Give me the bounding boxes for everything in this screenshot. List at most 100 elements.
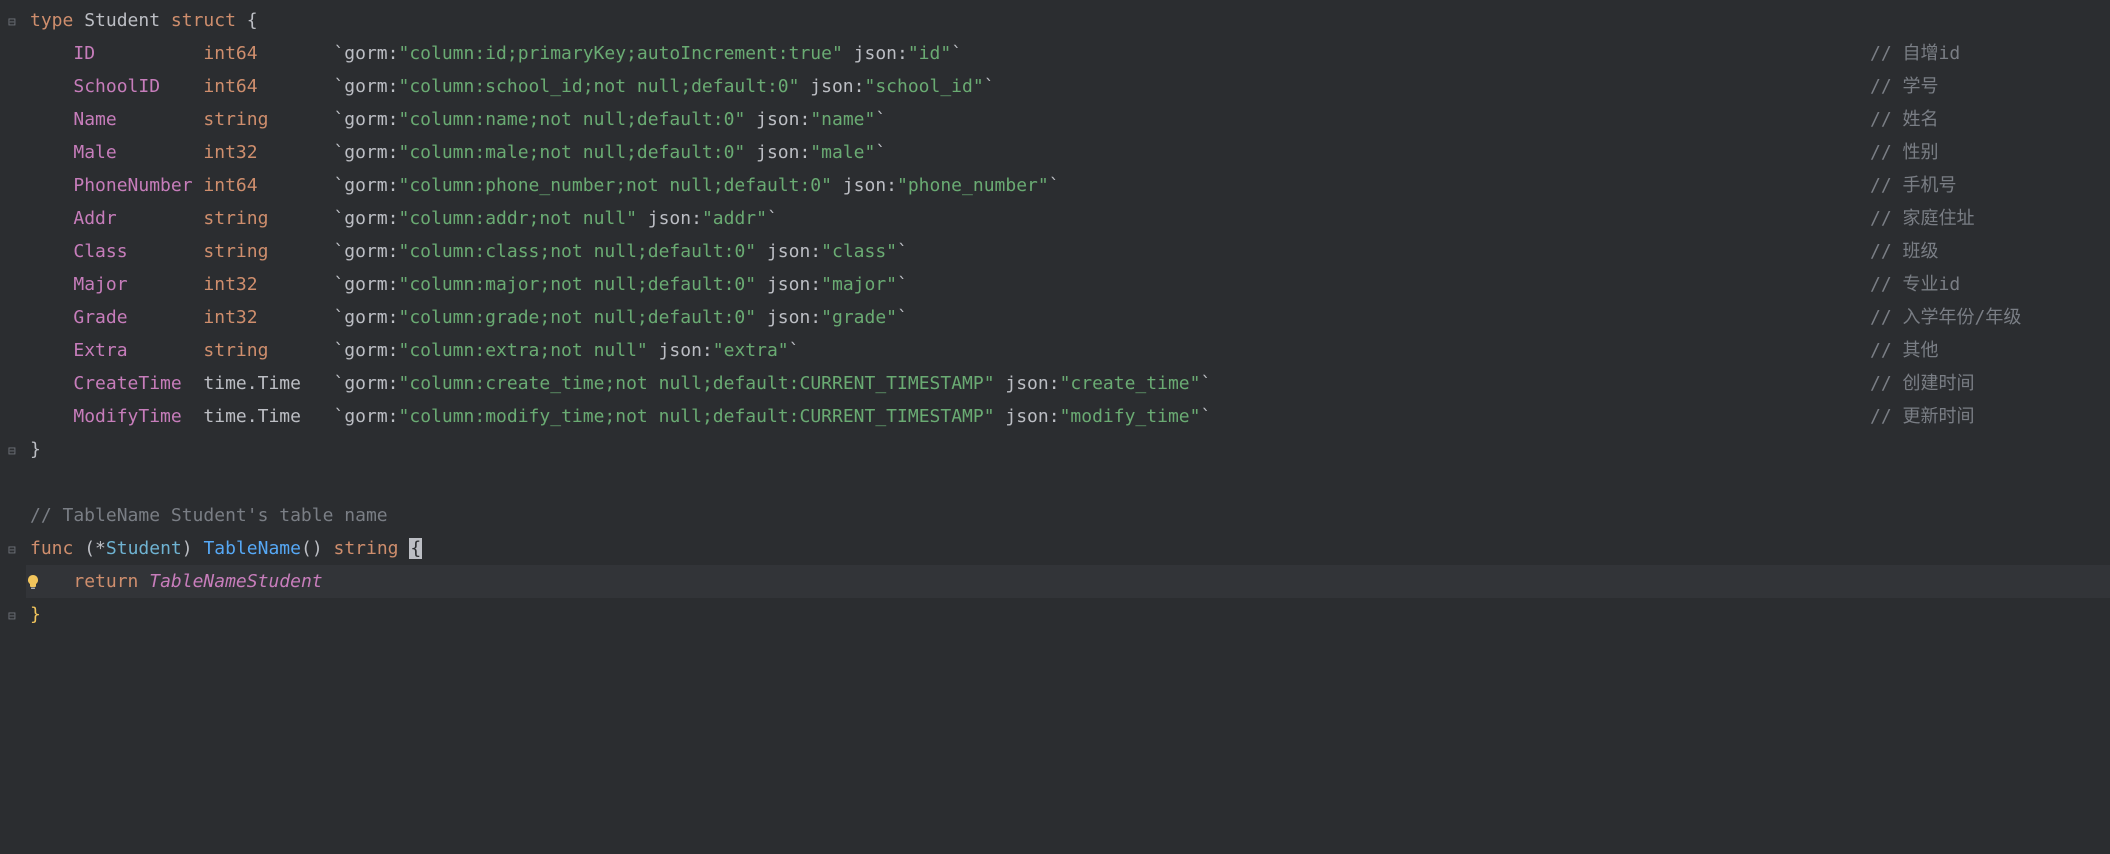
tag-open: `gorm: [333, 274, 398, 295]
struct-field-line[interactable]: Grade int32 `gorm:"column:grade;not null… [26, 301, 2110, 334]
gorm-tag: "column:name;not null;default:0" [399, 109, 746, 130]
tag-close: ` [897, 241, 908, 262]
tag-close: ` [897, 307, 908, 328]
field-comment: // 自增id [1870, 37, 2110, 70]
struct-field-line[interactable]: Major int32 `gorm:"column:major;not null… [26, 268, 2110, 301]
open-brace: { [247, 10, 258, 31]
struct-field-line[interactable]: Addr string `gorm:"column:addr;not null"… [26, 202, 2110, 235]
star: * [95, 538, 106, 559]
type-ref: string [203, 109, 268, 130]
field-comment: // 手机号 [1870, 169, 2110, 202]
json-key: json: [756, 307, 821, 328]
gorm-tag: "column:phone_number;not null;default:0" [398, 175, 831, 196]
paren: ( [84, 538, 95, 559]
fold-open-icon[interactable]: ⊟ [8, 6, 16, 39]
gorm-tag: "column:extra;not null" [399, 340, 648, 361]
field-comment: // 创建时间 [1870, 367, 2110, 400]
code-editor[interactable]: ⊟ ⊟ ⊟ ⊟ type Student struct { ID int64 `… [0, 0, 2110, 854]
json-tag: "phone_number" [897, 175, 1049, 196]
tag-close: ` [875, 109, 886, 130]
type-ref: int64 [203, 175, 257, 196]
struct-field-line[interactable]: Class string `gorm:"column:class;not nul… [26, 235, 2110, 268]
json-key: json: [995, 406, 1060, 427]
struct-field-line[interactable]: Name string `gorm:"column:name;not null;… [26, 103, 2110, 136]
gorm-tag: "column:school_id;not null;default:0" [398, 76, 799, 97]
field-name: PhoneNumber [73, 175, 203, 196]
fold-open-icon[interactable]: ⊟ [8, 534, 16, 567]
json-key: json: [843, 43, 908, 64]
field-comment: // 家庭住址 [1870, 202, 2110, 235]
field-name: ModifyTime [73, 406, 203, 427]
doc-comment: // TableName Student's table name [30, 505, 388, 526]
type-ref: Time [258, 406, 301, 427]
type-ref: int32 [203, 142, 257, 163]
field-comment: // 学号 [1870, 70, 2110, 103]
tag-close: ` [984, 76, 995, 97]
tag-open: `gorm: [333, 43, 398, 64]
gutter: ⊟ ⊟ ⊟ ⊟ [0, 0, 26, 854]
code-line[interactable]: func (*Student) TableName() string { [26, 532, 2110, 565]
tag-close: ` [951, 43, 962, 64]
struct-field-line[interactable]: ModifyTime time.Time `gorm:"column:modif… [26, 400, 2110, 433]
code-line[interactable] [26, 466, 2110, 499]
receiver-type: Student [106, 538, 182, 559]
gorm-tag: "column:grade;not null;default:0" [398, 307, 756, 328]
field-name: Name [73, 109, 203, 130]
identifier: TableNameStudent [149, 571, 322, 592]
struct-field-line[interactable]: CreateTime time.Time `gorm:"column:creat… [26, 367, 2110, 400]
return-line[interactable]: return TableNameStudent [26, 565, 2110, 598]
field-comment: // 更新时间 [1870, 400, 2110, 433]
struct-field-line[interactable]: ID int64 `gorm:"column:id;primaryKey;aut… [26, 37, 2110, 70]
type-name: Student [84, 10, 160, 31]
gorm-tag: "column:create_time;not null;default:CUR… [399, 373, 995, 394]
gorm-tag: "column:modify_time;not null;default:CUR… [399, 406, 995, 427]
tag-open: `gorm: [333, 76, 398, 97]
tag-close: ` [789, 340, 800, 361]
json-key: json: [756, 274, 821, 295]
tag-close: ` [875, 142, 886, 163]
tag-open: `gorm: [333, 406, 398, 427]
json-key: json: [756, 241, 821, 262]
fold-close-icon[interactable]: ⊟ [8, 600, 16, 633]
field-name: Extra [73, 340, 203, 361]
json-key: json: [832, 175, 897, 196]
json-tag: "name" [810, 109, 875, 130]
field-name: ID [73, 43, 203, 64]
struct-field-line[interactable]: SchoolID int64 `gorm:"column:school_id;n… [26, 70, 2110, 103]
dot: . [247, 406, 258, 427]
struct-field-line[interactable]: Male int32 `gorm:"column:male;not null;d… [26, 136, 2110, 169]
field-comment: // 班级 [1870, 235, 2110, 268]
tag-close: ` [767, 208, 778, 229]
intention-bulb-icon[interactable] [24, 573, 42, 591]
code-line[interactable]: type Student struct { [26, 4, 2110, 37]
field-name: CreateTime [73, 373, 203, 394]
close-brace: } [30, 439, 41, 460]
json-tag: "male" [810, 142, 875, 163]
json-tag: "major" [821, 274, 897, 295]
field-name: Addr [73, 208, 203, 229]
json-tag: "extra" [713, 340, 789, 361]
return-type: string [334, 538, 399, 559]
open-brace-highlight: { [409, 538, 422, 559]
fold-close-icon[interactable]: ⊟ [8, 435, 16, 468]
field-name: Grade [73, 307, 203, 328]
paren: ) [182, 538, 204, 559]
tag-open: `gorm: [333, 373, 398, 394]
struct-field-line[interactable]: Extra string `gorm:"column:extra;not nul… [26, 334, 2110, 367]
type-ref: Time [258, 373, 301, 394]
struct-field-line[interactable]: PhoneNumber int64 `gorm:"column:phone_nu… [26, 169, 2110, 202]
json-tag: "addr" [702, 208, 767, 229]
type-ref: int64 [203, 76, 257, 97]
tag-close: ` [897, 274, 908, 295]
gorm-tag: "column:addr;not null" [399, 208, 637, 229]
code-line[interactable]: // TableName Student's table name [26, 499, 2110, 532]
json-key: json: [637, 208, 702, 229]
type-ref: string [203, 340, 268, 361]
field-name: Class [73, 241, 203, 262]
code-line[interactable]: } [26, 598, 2110, 631]
json-tag: "class" [821, 241, 897, 262]
field-name: Major [73, 274, 203, 295]
type-ref: int64 [203, 43, 257, 64]
code-area[interactable]: type Student struct { ID int64 `gorm:"co… [26, 0, 2110, 854]
code-line[interactable]: } [26, 433, 2110, 466]
